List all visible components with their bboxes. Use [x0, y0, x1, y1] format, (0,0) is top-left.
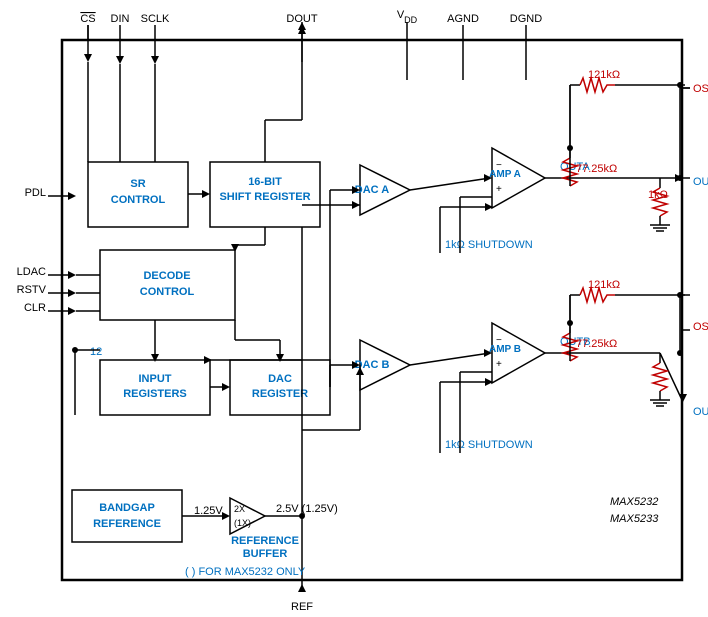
decode-control-text2: CONTROL: [140, 286, 195, 298]
v125-label: 1.25V: [194, 505, 223, 517]
amp-b-minus: −: [496, 335, 502, 346]
sclk-label: SCLK: [141, 13, 170, 25]
cs-bar-label: CS: [80, 13, 95, 25]
shift-reg-text2: SHIFT REGISTER: [219, 191, 310, 203]
block-diagram: CS DIN SCLK DOUT VDD AGND DGND REF OSA O…: [0, 0, 708, 617]
bandgap-text2: REFERENCE: [93, 518, 161, 530]
ref-buf-label: REFERENCE: [231, 535, 299, 547]
rstv-label: RSTV: [17, 284, 47, 296]
num12-label: 12: [90, 346, 102, 358]
for-note-label: ( ) FOR MAX5232 ONLY: [185, 566, 306, 578]
decode-control-text: DECODE: [143, 270, 190, 282]
outa-label: OUTA: [693, 176, 708, 188]
amp-b-plus: +: [496, 359, 502, 370]
ref-label: REF: [291, 601, 313, 613]
ref-buf-label2: BUFFER: [243, 548, 288, 560]
amp-a-minus: −: [496, 160, 502, 171]
r1k-a-label: 1kΩ: [648, 189, 668, 201]
shift-reg-text: 16-BIT: [248, 176, 282, 188]
osa-label: OSA: [693, 83, 708, 95]
amp-a-text: AMP A: [489, 169, 521, 180]
v25-label: 2.5V (1.25V): [276, 503, 338, 515]
sr-control-text: SR: [130, 178, 145, 190]
din-label: DIN: [111, 13, 130, 25]
r77k-a-label: 77.25kΩ: [576, 163, 617, 175]
r77k-b-label: 77.25kΩ: [576, 338, 617, 350]
input-reg-text: INPUT: [139, 373, 172, 385]
max5232-label: MAX5232: [610, 496, 658, 508]
shutdown-b-label: 1kΩ SHUTDOWN: [445, 439, 533, 451]
outb-label: OUTB: [693, 406, 708, 418]
ref-buf-1x: (1X): [234, 518, 251, 528]
dgnd-label: DGND: [510, 13, 542, 25]
amp-b-text: AMP B: [489, 344, 521, 355]
dac-reg-text2: REGISTER: [252, 388, 308, 400]
osb-label: OSB: [693, 321, 708, 333]
ldac-label: LDAC: [17, 266, 46, 278]
amp-a-plus: +: [496, 184, 502, 195]
r121k-b-label: 121kΩ: [588, 279, 620, 291]
bandgap-text: BANDGAP: [99, 502, 155, 514]
r121k-a-label: 121kΩ: [588, 69, 620, 81]
ref-buf-2x: 2X: [234, 504, 245, 514]
sr-control-text2: CONTROL: [111, 194, 166, 206]
max5233-label: MAX5233: [610, 513, 659, 525]
agnd-label: AGND: [447, 13, 479, 25]
input-reg-text2: REGISTERS: [123, 388, 187, 400]
dac-reg-text: DAC: [268, 373, 292, 385]
clr-label: CLR: [24, 302, 46, 314]
pdl-label: PDL: [25, 187, 46, 199]
shutdown-a-label: 1kΩ SHUTDOWN: [445, 239, 533, 251]
